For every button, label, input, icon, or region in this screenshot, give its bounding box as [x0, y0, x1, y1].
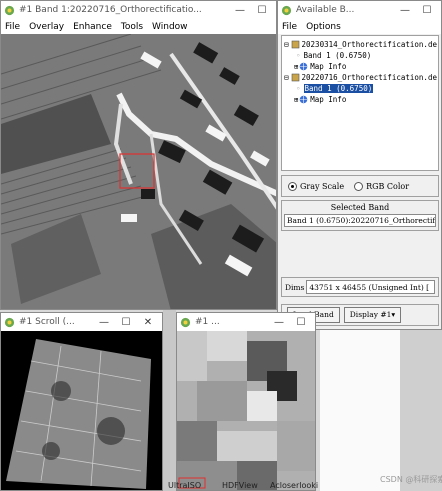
available-bands-window[interactable]: Available B... — ☐ File Options ⊟ 202303… — [277, 0, 442, 330]
rgb-color-radio[interactable] — [354, 181, 364, 191]
selected-band-field[interactable]: Band 1 (0.6750):20220716_Orthorectificat — [284, 214, 436, 227]
bands-window-titlebar[interactable]: Available B... — ☐ — [278, 1, 441, 19]
color-mode-group: Gray Scale RGB Color — [281, 175, 439, 197]
display-dropdown-button[interactable]: Display #1▾ — [343, 307, 402, 323]
menu-enhance[interactable]: Enhance — [73, 22, 112, 32]
tree-mapinfo-node[interactable]: ⊞ Map Info — [294, 61, 346, 72]
rgb-color-label[interactable]: RGB Color — [366, 182, 409, 191]
dims-panel: Dims 43751 x 46455 (Unsigned Int) [ — [281, 277, 439, 297]
globe-icon — [299, 62, 308, 71]
menu-file[interactable]: File — [282, 22, 297, 32]
zoom-pixel-image[interactable] — [177, 331, 316, 491]
tree-file-label: 20230314_Orthorectification.de — [301, 40, 437, 49]
bands-window-title: Available B... — [296, 5, 355, 15]
tree-band-node-selected[interactable]: ◦ Band 1 (0.6750) — [296, 83, 374, 94]
desktop-label-ultraiso[interactable]: UltraISO — [168, 481, 201, 490]
minimize-icon[interactable]: — — [93, 317, 115, 328]
menu-tools[interactable]: Tools — [121, 22, 143, 32]
globe-icon — [299, 95, 308, 104]
maximize-icon[interactable]: ☐ — [251, 5, 273, 16]
menu-overlay[interactable]: Overlay — [29, 22, 64, 32]
desktop-label-hdfview[interactable]: HDFView — [222, 481, 258, 490]
village-aerial-image — [1, 34, 276, 309]
envi-app-icon — [281, 5, 292, 15]
tree-mapinfo-node[interactable]: ⊞ Map Info — [294, 94, 346, 105]
tree-file-node[interactable]: ⊟ 20220716_Orthorectification.de — [284, 72, 437, 83]
envi-app-icon — [4, 5, 15, 15]
gray-scale-radio[interactable] — [288, 181, 297, 191]
minimize-icon[interactable]: — — [268, 317, 290, 328]
dims-label: Dims — [285, 282, 305, 292]
tree-file-node[interactable]: ⊟ 20230314_Orthorectification.de — [284, 39, 437, 50]
zoom-window[interactable]: #1 ... — ☐ — [176, 312, 316, 491]
selected-band-header: Selected Band — [330, 203, 390, 212]
scroll-window[interactable]: #1 Scroll (... — ☐ ✕ — [0, 312, 163, 491]
desktop-white-panel — [320, 330, 400, 491]
maximize-icon[interactable]: ☐ — [416, 5, 438, 16]
tree-band-label: Band 1 (0.6750) — [303, 84, 374, 93]
main-window-title: #1 Band 1:20220716_Orthorectificatio... — [19, 5, 202, 15]
main-image-window[interactable]: #1 Band 1:20220716_Orthorectificatio... … — [0, 0, 277, 310]
envi-app-icon — [180, 317, 191, 327]
scroll-window-title: #1 Scroll (... — [19, 317, 75, 327]
minimize-icon[interactable]: — — [229, 5, 251, 16]
tree-mapinfo-label: Map Info — [310, 95, 347, 104]
band-list-tree[interactable]: ⊟ 20230314_Orthorectification.de ◦ Band … — [281, 35, 439, 171]
grayscale-satellite-image[interactable] — [1, 34, 276, 309]
menu-file[interactable]: File — [5, 22, 20, 32]
maximize-icon[interactable]: ☐ — [290, 317, 312, 328]
tree-leaf-icon: ◦ — [296, 84, 301, 93]
main-menubar: File Overlay Enhance Tools Window — [1, 19, 276, 34]
tree-leaf-icon: ◦ — [296, 51, 301, 60]
envi-app-icon — [4, 317, 15, 327]
desktop-label-acloserlook[interactable]: Acloserlooki — [270, 481, 318, 490]
collapse-icon[interactable]: ⊟ — [284, 40, 289, 49]
close-icon[interactable]: ✕ — [137, 317, 159, 328]
file-icon — [291, 73, 299, 82]
dims-field: 43751 x 46455 (Unsigned Int) [ — [306, 280, 435, 294]
zoom-window-titlebar[interactable]: #1 ... — ☐ — [177, 313, 315, 331]
zoom-window-title: #1 ... — [195, 317, 220, 327]
maximize-icon[interactable]: ☐ — [115, 317, 137, 328]
main-window-titlebar[interactable]: #1 Band 1:20220716_Orthorectificatio... … — [1, 1, 276, 19]
desktop-photo-edge — [400, 330, 442, 491]
selected-band-panel: Selected Band Band 1 (0.6750):20220716_O… — [281, 200, 439, 231]
minimize-icon[interactable]: — — [394, 5, 416, 16]
collapse-icon[interactable]: ⊟ — [284, 73, 289, 82]
expand-icon[interactable]: ⊞ — [294, 63, 298, 71]
file-icon — [291, 40, 299, 49]
watermark-text: CSDN @科研探索家 — [380, 475, 442, 484]
tree-file-label: 20220716_Orthorectification.de — [301, 73, 437, 82]
scroll-window-titlebar[interactable]: #1 Scroll (... — ☐ ✕ — [1, 313, 162, 331]
tree-mapinfo-label: Map Info — [310, 62, 347, 71]
scroll-overview-image[interactable] — [1, 331, 163, 491]
expand-icon[interactable]: ⊞ — [294, 96, 298, 104]
menu-window[interactable]: Window — [152, 22, 188, 32]
gray-scale-label[interactable]: Gray Scale — [300, 182, 344, 191]
menu-options[interactable]: Options — [306, 22, 341, 32]
tree-band-node[interactable]: ◦ Band 1 (0.6750) — [296, 50, 371, 61]
tree-band-label: Band 1 (0.6750) — [303, 51, 372, 60]
bands-menubar: File Options — [278, 19, 441, 34]
desktop-icon-strip — [163, 310, 176, 491]
